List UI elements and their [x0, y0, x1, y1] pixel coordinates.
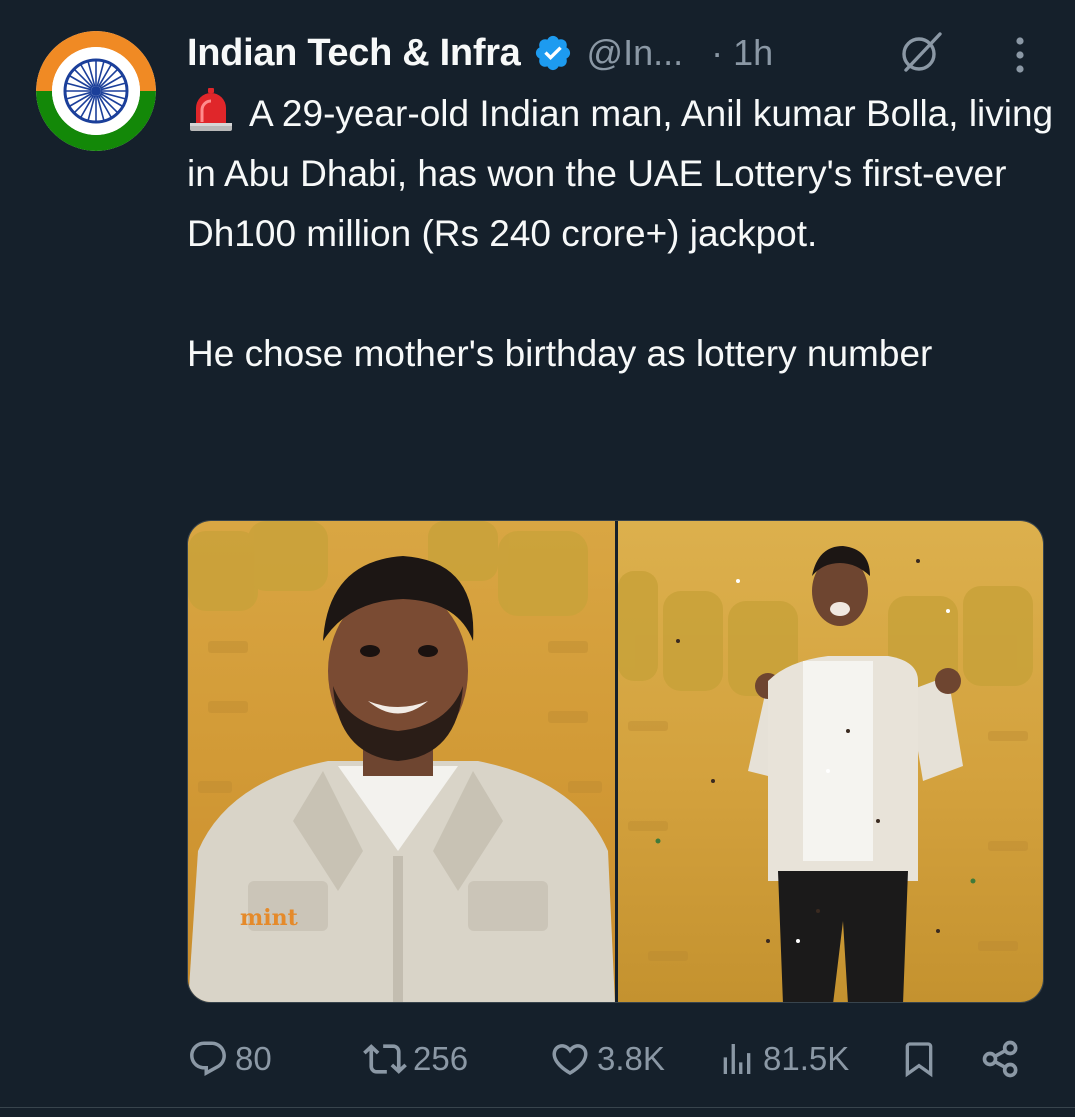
media-grid[interactable]: mint — [187, 520, 1044, 1003]
repost-icon — [363, 1044, 407, 1074]
indian-flag-ashoka-chakra-icon — [36, 31, 156, 151]
grok-icon[interactable] — [898, 30, 944, 76]
views-button[interactable]: 81.5K — [717, 1030, 849, 1088]
tweet-paragraph-1: A 29-year-old Indian man, Anil kumar Bol… — [187, 84, 1057, 264]
bookmark-icon — [905, 1042, 933, 1078]
reply-count: 80 — [235, 1040, 272, 1077]
divider — [0, 1107, 1075, 1108]
bookmark-button[interactable] — [899, 1030, 939, 1088]
reply-icon — [190, 1041, 226, 1076]
verified-badge-icon — [535, 35, 570, 71]
repost-count: 256 — [413, 1040, 469, 1077]
tweet-line-1: A 29-year-old Indian man, Anil kumar Bol… — [187, 93, 1054, 254]
tweet[interactable]: Indian Tech & Infra @In... · 1h A 29-yea… — [0, 0, 1075, 1117]
like-count: 3.8K — [597, 1040, 665, 1077]
share-button[interactable] — [979, 1030, 1023, 1088]
repost-button[interactable]: 256 — [363, 1030, 468, 1088]
timestamp[interactable]: · 1h — [711, 32, 773, 74]
tweet-text: A 29-year-old Indian man, Anil kumar Bol… — [187, 84, 1057, 384]
handle[interactable]: @In... — [587, 32, 684, 74]
more-options-icon[interactable] — [1004, 34, 1036, 78]
views-chart-icon — [723, 1044, 751, 1074]
tweet-paragraph-2: He chose mother's birthday as lottery nu… — [187, 333, 933, 374]
avatar[interactable] — [36, 31, 156, 151]
tweet-actions: 80 256 3.8K 81.5K — [187, 1030, 1037, 1088]
photo-man-celebrating — [618, 546, 1033, 1002]
media-photo-1[interactable]: mint — [188, 521, 615, 1002]
share-icon — [982, 1040, 1018, 1078]
heart-icon — [552, 1044, 588, 1076]
reply-button[interactable]: 80 — [187, 1030, 272, 1088]
like-button[interactable]: 3.8K — [549, 1030, 665, 1088]
views-count: 81.5K — [763, 1040, 850, 1077]
tweet-header: Indian Tech & Infra @In... · 1h — [187, 24, 773, 82]
mint-watermark: mint — [240, 905, 298, 931]
display-name[interactable]: Indian Tech & Infra — [187, 32, 521, 75]
media-photo-2[interactable] — [618, 521, 1043, 1002]
police-siren-icon — [190, 88, 232, 131]
